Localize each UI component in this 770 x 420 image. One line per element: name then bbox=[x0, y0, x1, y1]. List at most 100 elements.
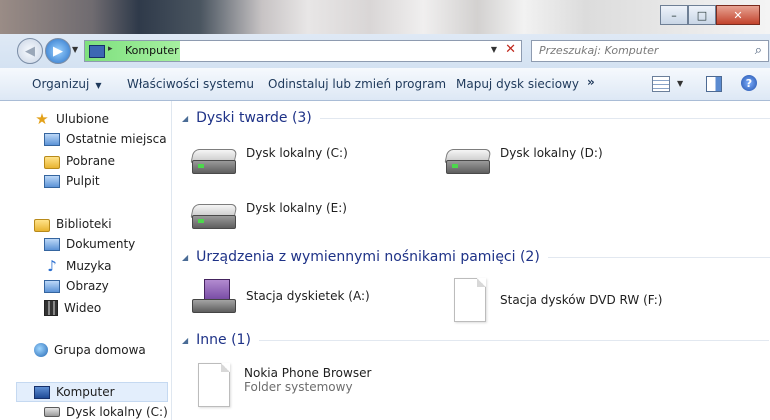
group-title: Urządzenia z wymiennymi nośnikami pamięc… bbox=[196, 249, 540, 265]
group-divider bbox=[258, 339, 769, 341]
map-network-drive-button[interactable]: Mapuj dysk sieciowy bbox=[456, 77, 579, 91]
sidebar-item-label: Pobrane bbox=[66, 154, 116, 168]
sidebar-item-label: Dokumenty bbox=[66, 237, 136, 251]
breadcrumb-chevron-icon[interactable]: ▸ bbox=[108, 44, 113, 54]
sidebar-item-label: Pulpit bbox=[66, 174, 100, 188]
search-icon[interactable]: ⌕ bbox=[755, 43, 762, 58]
sidebar-item-label: Ulubione bbox=[56, 112, 110, 126]
collapse-icon[interactable]: ◢ bbox=[182, 253, 188, 262]
computer-icon bbox=[34, 385, 50, 399]
back-button[interactable]: ◀ bbox=[17, 38, 43, 64]
group-header-other[interactable]: ◢ Inne (1) bbox=[182, 332, 769, 348]
sidebar-item-label: Dysk lokalny (C:) bbox=[66, 405, 168, 419]
hard-drive-icon bbox=[190, 146, 238, 174]
search-input[interactable]: Przeszukaj: Komputer bbox=[539, 44, 658, 57]
sidebar-item-desktop[interactable]: Pulpit bbox=[44, 174, 100, 188]
group-divider bbox=[547, 256, 770, 258]
sidebar-item-libraries[interactable]: Biblioteki bbox=[34, 216, 112, 232]
nokia-phone-browser-tile[interactable]: Nokia Phone Browser Folder systemowy bbox=[190, 363, 371, 407]
sidebar-item-videos[interactable]: Wideo bbox=[44, 300, 101, 316]
tile-text: Nokia Phone Browser Folder systemowy bbox=[244, 366, 371, 394]
sidebar-item-label: Ostatnie miejsca bbox=[66, 132, 167, 146]
recent-places-icon bbox=[44, 132, 60, 146]
stop-icon[interactable]: ✕ bbox=[505, 42, 516, 57]
drive-icon bbox=[44, 407, 60, 417]
more-commands-button[interactable]: » bbox=[587, 75, 595, 89]
pictures-icon bbox=[44, 279, 60, 293]
address-dropdown-icon[interactable]: ▼ bbox=[491, 45, 497, 54]
group-header-hard-drives[interactable]: ◢ Dyski twarde (3) bbox=[182, 110, 770, 126]
star-icon: ★ bbox=[35, 110, 49, 128]
sidebar-item-computer[interactable]: Komputer bbox=[16, 382, 168, 402]
address-bar[interactable]: ▸ Komputer ▼ ✕ bbox=[84, 40, 522, 62]
organize-button[interactable]: Organizuj ▼ bbox=[32, 77, 101, 91]
downloads-folder-icon bbox=[44, 156, 60, 169]
minimize-button[interactable]: – bbox=[660, 5, 688, 25]
navigation-pane: ★ Ulubione Ostatnie miejsca Pobrane Pulpi… bbox=[0, 101, 172, 420]
sidebar-item-label: Obrazy bbox=[66, 279, 109, 293]
uninstall-program-button[interactable]: Odinstaluj lub zmień program bbox=[268, 77, 446, 91]
documents-icon bbox=[44, 237, 60, 251]
group-title: Dyski twarde (3) bbox=[196, 110, 312, 126]
drive-label: Stacja dyskietek (A:) bbox=[246, 289, 370, 303]
help-icon[interactable]: ? bbox=[741, 75, 757, 91]
window-controls: – □ ✕ bbox=[660, 5, 760, 25]
drive-tile-dvd[interactable]: Stacja dysków DVD RW (F:) bbox=[446, 278, 662, 322]
drive-tile-e[interactable]: Dysk lokalny (E:) bbox=[190, 201, 347, 229]
sidebar-item-recent[interactable]: Ostatnie miejsca bbox=[44, 132, 167, 146]
group-title: Inne (1) bbox=[196, 332, 251, 348]
group-header-removable[interactable]: ◢ Urządzenia z wymiennymi nośnikami pami… bbox=[182, 249, 770, 265]
forward-button[interactable]: ▶ bbox=[45, 38, 71, 64]
desktop-icon bbox=[44, 174, 60, 188]
breadcrumb-computer[interactable]: Komputer bbox=[125, 44, 179, 57]
drive-tile-d[interactable]: Dysk lokalny (D:) bbox=[444, 146, 603, 174]
hard-drive-icon bbox=[190, 201, 238, 229]
system-folder-icon bbox=[198, 363, 230, 407]
system-properties-button[interactable]: Właściwości systemu bbox=[127, 77, 254, 91]
sidebar-item-local-disk-c[interactable]: Dysk lokalny (C:) bbox=[44, 405, 168, 419]
collapse-icon[interactable]: ◢ bbox=[182, 114, 188, 123]
libraries-icon bbox=[34, 219, 50, 232]
drive-label: Stacja dysków DVD RW (F:) bbox=[500, 293, 663, 307]
sidebar-item-homegroup[interactable]: Grupa domowa bbox=[34, 343, 146, 357]
hard-drive-icon bbox=[444, 146, 492, 174]
search-box[interactable]: Przeszukaj: Komputer ⌕ bbox=[531, 40, 769, 62]
homegroup-icon bbox=[34, 343, 48, 357]
change-view-icon[interactable] bbox=[652, 76, 670, 92]
sidebar-item-pictures[interactable]: Obrazy bbox=[44, 279, 109, 293]
collapse-icon[interactable]: ◢ bbox=[182, 336, 188, 345]
drive-tile-floppy[interactable]: Stacja dyskietek (A:) bbox=[190, 279, 370, 313]
content-area: ◢ Dyski twarde (3) Dysk lokalny (C:) Dys… bbox=[172, 101, 770, 420]
drive-label: Dysk lokalny (E:) bbox=[246, 201, 347, 215]
computer-icon bbox=[89, 45, 105, 58]
sidebar-item-label: Komputer bbox=[56, 385, 115, 399]
sidebar-item-documents[interactable]: Dokumenty bbox=[44, 237, 135, 251]
sidebar-item-favorites[interactable]: ★ Ulubione bbox=[34, 111, 109, 127]
close-button[interactable]: ✕ bbox=[716, 5, 760, 25]
preview-pane-icon[interactable] bbox=[706, 76, 722, 92]
drive-tile-c[interactable]: Dysk lokalny (C:) bbox=[190, 146, 348, 174]
command-bar: Organizuj ▼ Właściwości systemu Odinstalu… bbox=[0, 68, 770, 101]
address-row: ◀ ▶ ▼ ▸ Komputer ▼ ✕ Przeszukaj: Kompute… bbox=[0, 34, 770, 68]
dvd-drive-icon bbox=[454, 278, 486, 322]
organize-label: Organizuj bbox=[32, 77, 90, 91]
view-options-dropdown-icon[interactable]: ▼ bbox=[677, 79, 683, 88]
music-icon: ♪ bbox=[47, 257, 57, 275]
group-divider bbox=[319, 117, 770, 119]
floppy-drive-icon bbox=[190, 279, 236, 313]
window-title-bar: – □ ✕ bbox=[0, 0, 770, 34]
maximize-button[interactable]: □ bbox=[688, 5, 716, 25]
drive-label: Dysk lokalny (D:) bbox=[500, 146, 603, 160]
sidebar-item-label: Muzyka bbox=[66, 259, 112, 273]
sidebar-item-label: Wideo bbox=[64, 301, 102, 315]
chevron-down-icon: ▼ bbox=[95, 81, 102, 90]
drive-label: Dysk lokalny (C:) bbox=[246, 146, 348, 160]
video-icon bbox=[44, 300, 58, 316]
item-type: Folder systemowy bbox=[244, 380, 353, 394]
sidebar-item-music[interactable]: ♪ Muzyka bbox=[44, 258, 111, 274]
sidebar-item-downloads[interactable]: Pobrane bbox=[44, 153, 115, 169]
sidebar-item-label: Grupa domowa bbox=[54, 343, 146, 357]
item-name: Nokia Phone Browser bbox=[244, 366, 372, 380]
history-dropdown-icon[interactable]: ▼ bbox=[72, 45, 78, 54]
sidebar-item-label: Biblioteki bbox=[56, 217, 112, 231]
